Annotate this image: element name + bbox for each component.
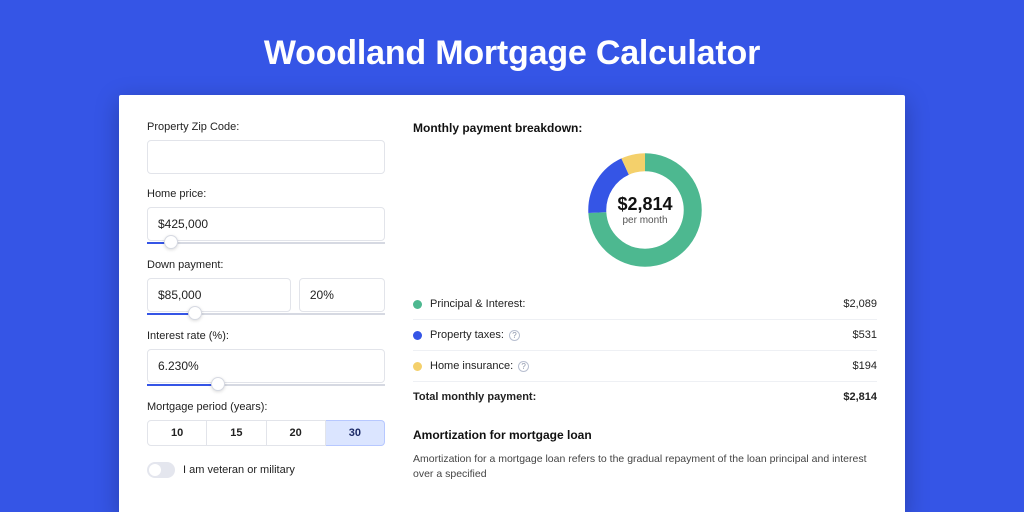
donut-sub: per month xyxy=(622,215,667,226)
legend-row: Principal & Interest: $2,089 xyxy=(413,289,877,320)
breakdown-legend: Principal & Interest: $2,089 Property taxe… xyxy=(413,289,877,412)
legend-name: Principal & Interest: xyxy=(430,298,525,310)
help-icon[interactable]: ? xyxy=(518,361,529,372)
zip-input[interactable] xyxy=(147,140,385,174)
price-field: Home price: xyxy=(147,188,385,245)
rate-slider[interactable] xyxy=(147,383,385,387)
legend-row: Home insurance:? $194 xyxy=(413,351,877,382)
veteran-toggle[interactable] xyxy=(147,462,175,478)
price-label: Home price: xyxy=(147,188,385,200)
period-option-30[interactable]: 30 xyxy=(326,420,385,446)
amortization-text: Amortization for a mortgage loan refers … xyxy=(413,452,877,481)
page-title: Woodland Mortgage Calculator xyxy=(0,0,1024,95)
legend-row: Property taxes:? $531 xyxy=(413,320,877,351)
period-option-20[interactable]: 20 xyxy=(267,420,326,446)
period-label: Mortgage period (years): xyxy=(147,401,385,413)
legend-name: Home insurance: xyxy=(430,360,513,372)
legend-name: Property taxes: xyxy=(430,329,504,341)
legend-total-name: Total monthly payment: xyxy=(413,391,536,403)
period-buttons: 10152030 xyxy=(147,420,385,446)
veteran-label: I am veteran or military xyxy=(183,464,295,476)
down-amount-input[interactable] xyxy=(147,278,291,312)
rate-field: Interest rate (%): xyxy=(147,330,385,387)
legend-value: $2,089 xyxy=(843,298,877,310)
legend-total-value: $2,814 xyxy=(843,391,877,403)
period-field: Mortgage period (years): 10152030 xyxy=(147,401,385,446)
breakdown-donut: $2,814 per month xyxy=(582,147,708,273)
zip-label: Property Zip Code: xyxy=(147,121,385,133)
legend-dot-icon xyxy=(413,362,422,371)
rate-input[interactable] xyxy=(147,349,385,383)
inputs-panel: Property Zip Code: Home price: Down paym… xyxy=(147,121,385,489)
rate-label: Interest rate (%): xyxy=(147,330,385,342)
down-label: Down payment: xyxy=(147,259,385,271)
price-slider[interactable] xyxy=(147,241,385,245)
help-icon[interactable]: ? xyxy=(509,330,520,341)
period-option-15[interactable]: 15 xyxy=(207,420,266,446)
breakdown-panel: Monthly payment breakdown: $2,814 per mo… xyxy=(413,121,877,489)
down-field: Down payment: xyxy=(147,259,385,316)
amortization-heading: Amortization for mortgage loan xyxy=(413,428,877,442)
breakdown-heading: Monthly payment breakdown: xyxy=(413,121,877,135)
zip-field: Property Zip Code: xyxy=(147,121,385,174)
legend-dot-icon xyxy=(413,331,422,340)
veteran-row: I am veteran or military xyxy=(147,462,385,478)
price-input[interactable] xyxy=(147,207,385,241)
down-slider[interactable] xyxy=(147,312,385,316)
legend-value: $531 xyxy=(853,329,877,341)
period-option-10[interactable]: 10 xyxy=(147,420,207,446)
legend-total-row: Total monthly payment: $2,814 xyxy=(413,382,877,412)
legend-value: $194 xyxy=(853,360,877,372)
calculator-card: Property Zip Code: Home price: Down paym… xyxy=(119,95,905,512)
down-percent-input[interactable] xyxy=(299,278,385,312)
legend-dot-icon xyxy=(413,300,422,309)
amortization-section: Amortization for mortgage loan Amortizat… xyxy=(413,428,877,481)
donut-value: $2,814 xyxy=(617,194,672,215)
